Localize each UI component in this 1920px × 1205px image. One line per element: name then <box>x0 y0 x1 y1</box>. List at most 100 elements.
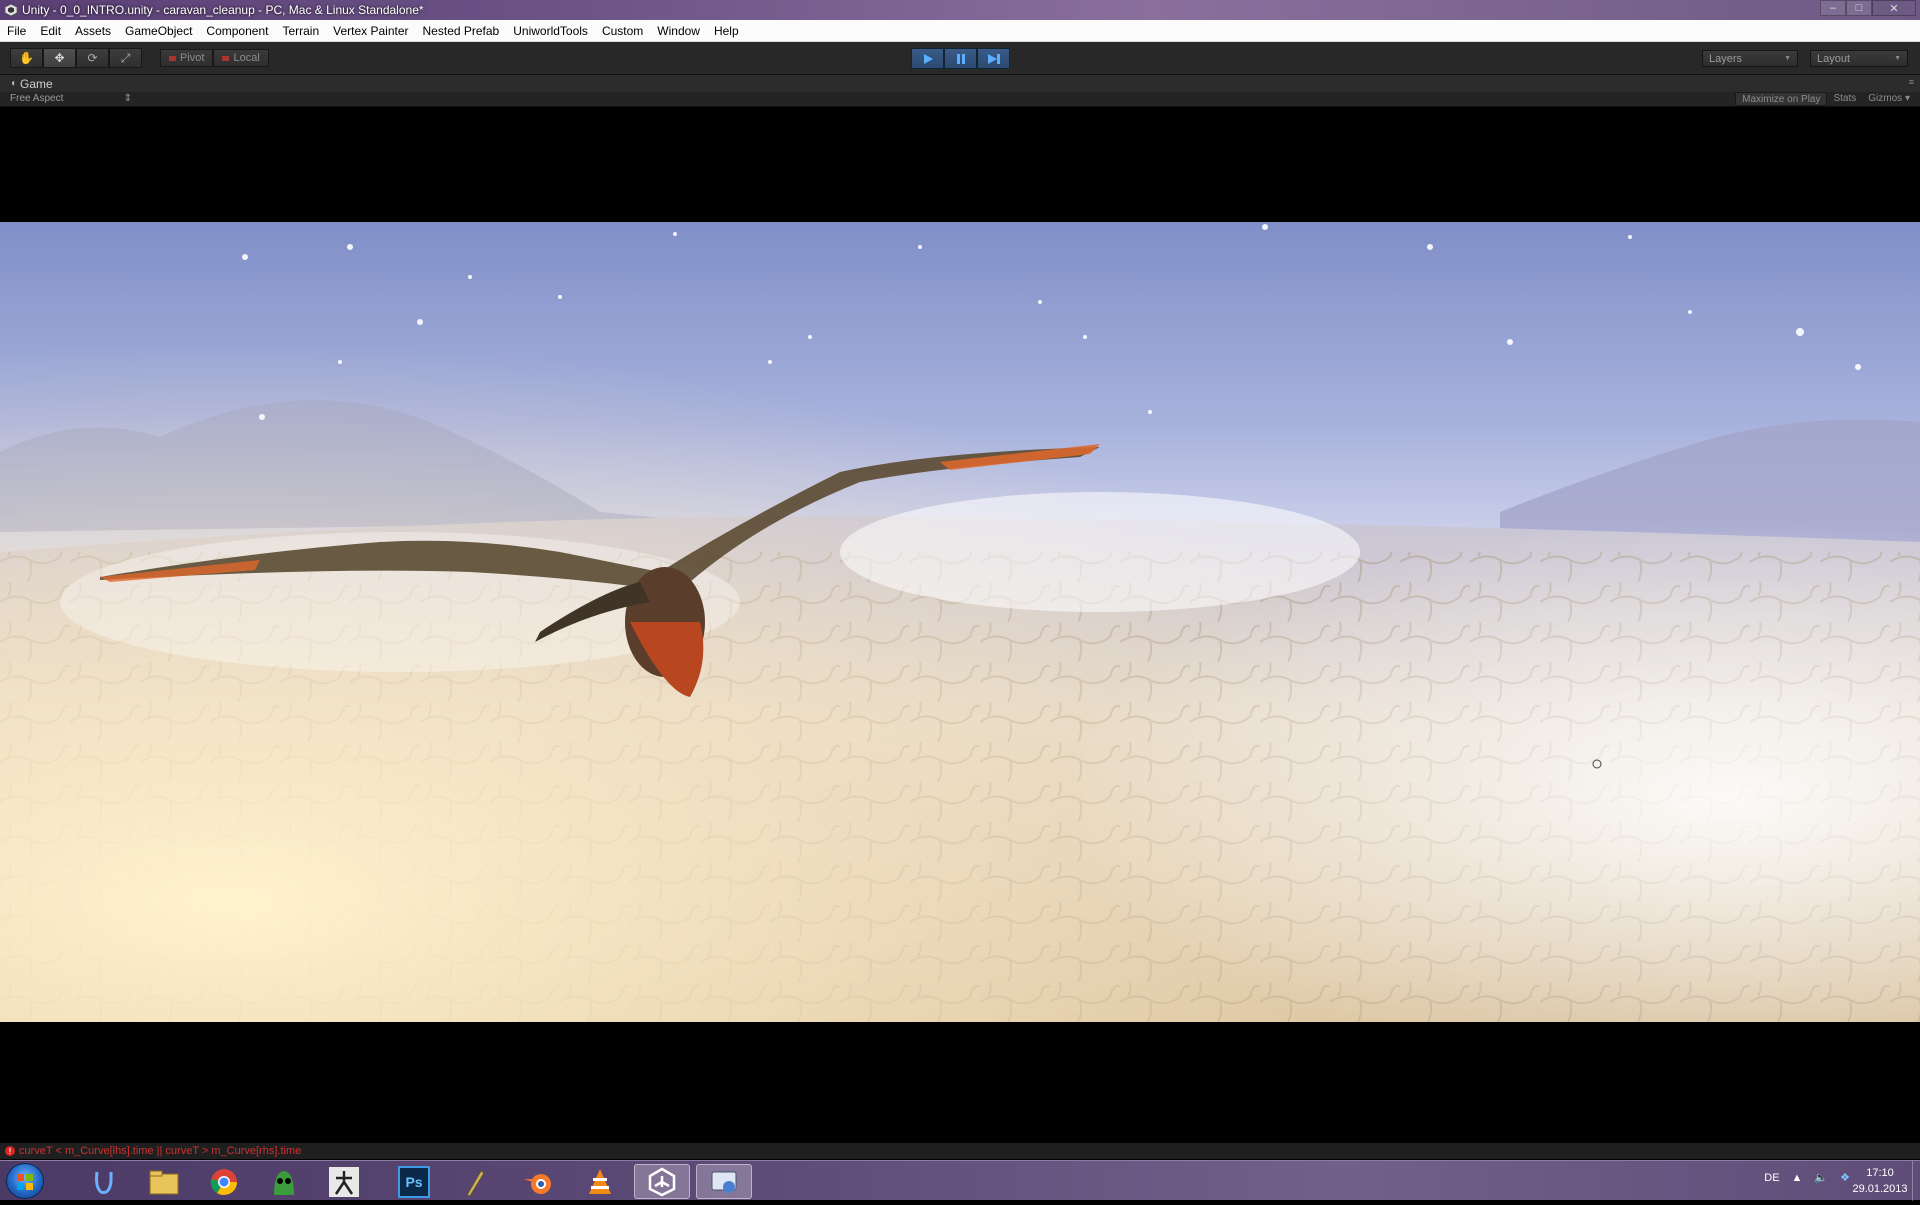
game-scene-image <box>0 222 1920 1022</box>
clock-time: 17:10 <box>1866 1167 1894 1179</box>
taskbar-explorer[interactable] <box>136 1164 192 1199</box>
dropbox-icon[interactable]: ❖ <box>1840 1171 1850 1184</box>
aspect-dropdown[interactable]: Free Aspect ⇕ <box>10 93 132 104</box>
volume-icon[interactable]: 🔈 <box>1814 1171 1828 1184</box>
pacman-icon: ◖ <box>10 78 17 89</box>
layout-dropdown[interactable]: Layout ▼ <box>1810 50 1908 67</box>
scale-icon: ⤢ <box>120 50 131 65</box>
taskbar-pen[interactable] <box>448 1164 504 1199</box>
folder-icon <box>149 1170 179 1194</box>
goz-icon <box>274 1170 294 1195</box>
menu-edit[interactable]: Edit <box>33 20 68 42</box>
aspect-label: Free Aspect <box>10 93 64 104</box>
menu-help[interactable]: Help <box>707 20 746 42</box>
pen-icon <box>466 1169 485 1197</box>
rotate-icon: ⟳ <box>87 51 98 65</box>
chevron-down-icon: ▼ <box>1784 55 1791 62</box>
menu-uniworldtools[interactable]: UniworldTools <box>506 20 595 42</box>
clock-date: 29.01.2013 <box>1852 1183 1908 1195</box>
menu-assets[interactable]: Assets <box>68 20 118 42</box>
remote-icon <box>711 1171 737 1193</box>
title-bar: Unity - 0_0_INTRO.unity - caravan_cleanu… <box>0 0 1920 20</box>
taskbar-uvlayout[interactable] <box>76 1164 132 1199</box>
menu-custom[interactable]: Custom <box>595 20 650 42</box>
game-options-bar: Free Aspect ⇕ Maximize on Play Stats Giz… <box>0 92 1920 107</box>
game-tab-row: ◖ Game ≡ <box>0 75 1920 92</box>
panel-menu-icon[interactable]: ≡ <box>1909 77 1914 87</box>
gizmos-toggle[interactable]: Gizmos ▾ <box>1862 92 1916 106</box>
taskbar-vlc[interactable] <box>572 1164 628 1199</box>
step-icon <box>987 53 1000 64</box>
show-desktop-button[interactable] <box>1912 1161 1920 1201</box>
tab-game-label: Game <box>20 76 53 91</box>
close-button[interactable]: ✕ <box>1872 0 1916 16</box>
maximize-button[interactable]: □ <box>1846 0 1872 16</box>
taskbar-photoshop[interactable]: Ps <box>386 1164 442 1199</box>
move-icon: ✥ <box>54 51 65 65</box>
console-message: curveT < m_Curve[lhs].time || curveT > m… <box>19 1145 302 1157</box>
local-icon <box>222 55 230 61</box>
chevron-down-icon: ▼ <box>1894 55 1901 62</box>
error-icon: ! <box>5 1146 15 1156</box>
taskbar-chrome[interactable] <box>196 1164 252 1199</box>
game-options-right: Maximize on Play Stats Gizmos ▾ <box>1735 92 1916 106</box>
step-button[interactable] <box>977 48 1010 69</box>
taskbar-zbrush[interactable] <box>316 1164 372 1199</box>
blender-icon <box>524 1173 551 1194</box>
hand-tool-button[interactable]: ✋ <box>10 48 43 68</box>
clock[interactable]: 17:10 29.01.2013 <box>1850 1165 1910 1197</box>
play-button[interactable] <box>911 48 944 69</box>
console-status-bar[interactable]: ! curveT < m_Curve[lhs].time || curveT >… <box>0 1143 1920 1159</box>
menu-component[interactable]: Component <box>199 20 275 42</box>
unity-icon <box>4 3 18 17</box>
pivot-icon <box>169 55 176 61</box>
menu-bar: File Edit Assets GameObject Component Te… <box>0 20 1920 42</box>
updown-arrows-icon: ⇕ <box>123 93 132 104</box>
maximize-on-play-toggle[interactable]: Maximize on Play <box>1735 92 1828 106</box>
taskbar-remote[interactable] <box>696 1164 752 1199</box>
window-title: Unity - 0_0_INTRO.unity - caravan_cleanu… <box>22 3 424 17</box>
scale-tool-button[interactable]: ⤢ <box>109 48 142 68</box>
menu-file[interactable]: File <box>0 20 33 42</box>
toolbar: ✋ ✥ ⟳ ⤢ Pivot Local Layers ▼ Layout ▼ <box>0 42 1920 75</box>
unity-icon <box>648 1167 676 1196</box>
taskbar-blender[interactable] <box>510 1164 566 1199</box>
uvlayout-icon <box>95 1171 113 1194</box>
pause-button[interactable] <box>944 48 977 69</box>
layers-dropdown[interactable]: Layers ▼ <box>1702 50 1798 67</box>
playback-controls <box>911 48 1010 69</box>
pivot-label: Pivot <box>180 52 205 64</box>
pivot-toggles: Pivot Local <box>160 49 269 67</box>
menu-nested-prefab[interactable]: Nested Prefab <box>416 20 507 42</box>
menu-vertex-painter[interactable]: Vertex Painter <box>326 20 415 42</box>
pivot-button[interactable]: Pivot <box>160 49 214 67</box>
hand-icon: ✋ <box>19 51 34 65</box>
transform-tools: ✋ ✥ ⟳ ⤢ <box>10 48 142 68</box>
layers-label: Layers <box>1709 52 1743 65</box>
stats-toggle[interactable]: Stats <box>1827 92 1862 106</box>
taskbar-goz[interactable] <box>256 1164 312 1199</box>
window-controls: – □ ✕ <box>1820 0 1916 16</box>
play-icon <box>923 53 933 64</box>
language-indicator[interactable]: DE <box>1764 1172 1779 1184</box>
system-tray: DE ▲ 🔈 ❖ <box>1764 1171 1850 1185</box>
rotate-tool-button[interactable]: ⟳ <box>76 48 109 68</box>
minimize-button[interactable]: – <box>1820 0 1846 16</box>
game-view[interactable] <box>0 222 1920 1022</box>
start-button[interactable] <box>6 1163 44 1199</box>
tab-game[interactable]: ◖ Game <box>0 77 53 91</box>
local-button[interactable]: Local <box>213 49 269 67</box>
menu-terrain[interactable]: Terrain <box>275 20 326 42</box>
taskbar-unity[interactable] <box>634 1164 690 1199</box>
taskbar: Ps DE ▲ 🔈 ❖ 17:10 29.01.2013 <box>0 1160 1920 1201</box>
tray-expand-icon[interactable]: ▲ <box>1792 1172 1803 1184</box>
local-label: Local <box>233 52 260 64</box>
move-tool-button[interactable]: ✥ <box>43 48 76 68</box>
menu-window[interactable]: Window <box>650 20 707 42</box>
pause-icon <box>956 53 965 64</box>
chrome-icon <box>210 1168 238 1195</box>
vlc-icon <box>589 1168 611 1194</box>
zbrush-icon <box>329 1166 359 1197</box>
menu-gameobject[interactable]: GameObject <box>118 20 199 42</box>
photoshop-label: Ps <box>405 1173 423 1190</box>
